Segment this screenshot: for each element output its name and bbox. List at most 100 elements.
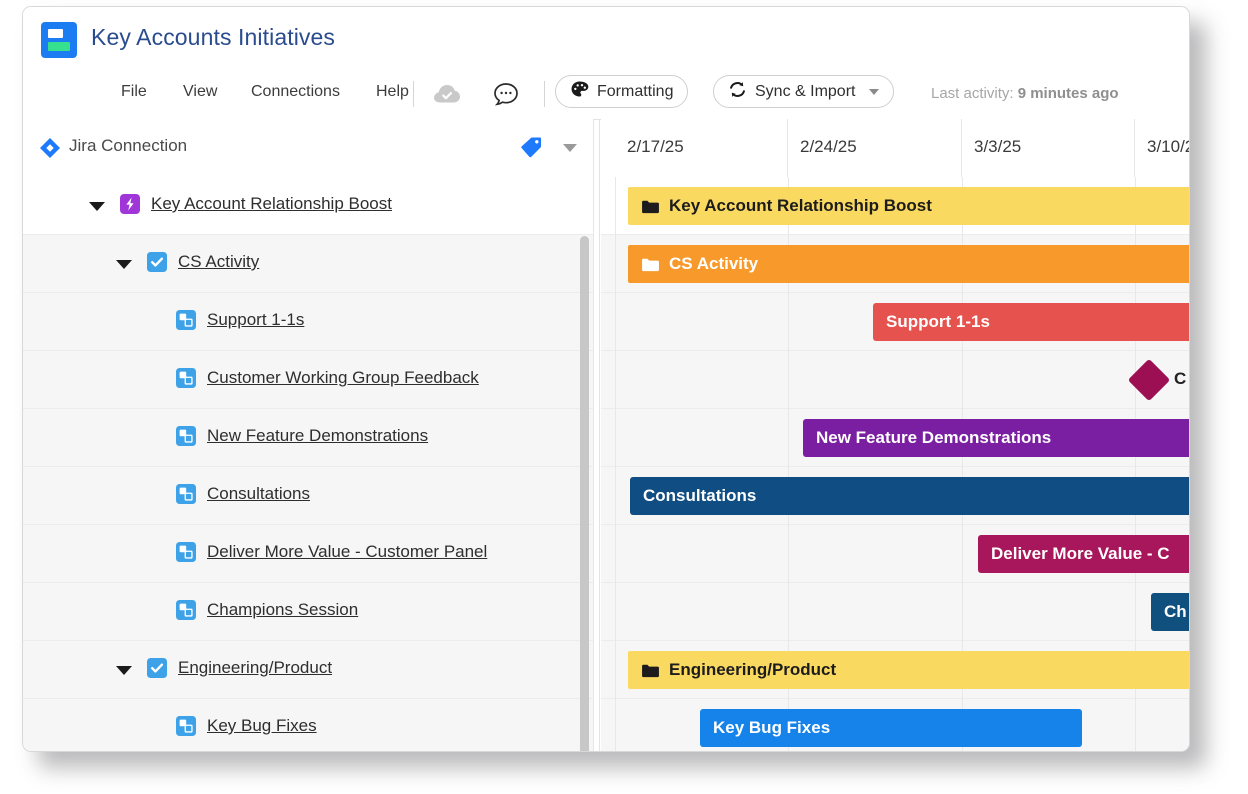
chevron-down-icon[interactable]: [89, 202, 105, 211]
sync-import-button-label: Sync & Import: [755, 82, 856, 100]
tree-row[interactable]: Support 1-1s: [23, 293, 594, 351]
timeline-date-label: 2/24/25: [800, 137, 857, 156]
jira-diamond-icon: [39, 137, 61, 159]
menu-item-file[interactable]: File: [121, 83, 147, 101]
timeline-column-header: 2/17/25: [615, 119, 788, 177]
gantt-bar-label: Support 1-1s: [886, 312, 990, 331]
pane-divider: [593, 119, 594, 751]
menu-item-connections[interactable]: Connections: [251, 83, 340, 101]
tree-item-label[interactable]: Key Account Relationship Boost: [151, 194, 392, 214]
menu-divider-2: [544, 81, 545, 107]
menu-item-view[interactable]: View: [183, 83, 217, 101]
palette-icon: [570, 80, 589, 104]
tree-item[interactable]: Support 1-1s: [175, 309, 304, 331]
connection-chevron-down-icon[interactable]: [563, 144, 577, 152]
cloud-check-icon[interactable]: [433, 83, 461, 105]
tree-row[interactable]: Engineering/Product: [23, 641, 594, 699]
sync-import-button[interactable]: Sync & Import: [713, 75, 895, 108]
screenshot-root: Key Accounts Initiatives File View Conne…: [0, 0, 1248, 794]
tree-row[interactable]: Deliver More Value - Customer Panel: [23, 525, 594, 583]
connection-header[interactable]: Jira Connection: [23, 119, 594, 178]
tree-item[interactable]: New Feature Demonstrations: [175, 425, 428, 447]
subtask-icon: [176, 310, 196, 330]
gantt-task-bar[interactable]: Support 1-1s: [873, 303, 1189, 341]
timeline-column-header: 3/10/2: [1135, 119, 1189, 177]
tree-item[interactable]: CS Activity: [146, 251, 259, 273]
tree-item[interactable]: Key Account Relationship Boost: [119, 193, 392, 215]
tree-row[interactable]: Champions Session: [23, 583, 594, 641]
gantt-bar-label: Engineering/Product: [669, 660, 837, 679]
vertical-scrollbar[interactable]: [580, 236, 589, 751]
tree-item[interactable]: Consultations: [175, 483, 310, 505]
last-activity-value: 9 minutes ago: [1017, 85, 1119, 102]
menu-bar: File View Connections Help Formatting Sy…: [23, 69, 1189, 120]
tree-item-label[interactable]: Support 1-1s: [207, 310, 304, 330]
tree-item[interactable]: Champions Session: [175, 599, 358, 621]
subtask-icon: [176, 716, 196, 736]
gantt-bar-label: Key Account Relationship Boost: [669, 196, 932, 215]
tree-item-label[interactable]: Consultations: [207, 484, 310, 504]
tree-row[interactable]: Consultations: [23, 467, 594, 525]
app-logo-icon: [41, 22, 77, 58]
timeline-date-label: 3/10/2: [1147, 137, 1189, 156]
gantt-task-bar[interactable]: Deliver More Value - C: [978, 535, 1189, 573]
tree-item-label[interactable]: Engineering/Product: [178, 658, 332, 678]
tree-item-label[interactable]: CS Activity: [178, 252, 259, 272]
gantt-bar-label: Ch: [1164, 602, 1187, 621]
tree-item[interactable]: Engineering/Product: [146, 657, 332, 679]
timeline-date-label: 2/17/25: [627, 137, 684, 156]
tree-row[interactable]: Key Bug Fixes: [23, 699, 594, 751]
tree-item-label[interactable]: Customer Working Group Feedback: [207, 368, 479, 388]
task-tree-pane: Jira Connection Key Account Relationship…: [23, 119, 594, 751]
tree-row[interactable]: New Feature Demonstrations: [23, 409, 594, 467]
task-check-icon: [147, 252, 167, 272]
gantt-task-bar[interactable]: New Feature Demonstrations: [803, 419, 1189, 457]
tree-row[interactable]: Key Account Relationship Boost: [23, 177, 594, 235]
formatting-button[interactable]: Formatting: [555, 75, 689, 108]
gantt-summary-bar[interactable]: Key Account Relationship Boost: [628, 187, 1189, 225]
gantt-task-bar[interactable]: Ch: [1151, 593, 1189, 631]
connection-name: Jira Connection: [69, 136, 188, 155]
gantt-pane: 2/17/25 2/24/25 3/3/25 3/10/2 Key Account R…: [601, 119, 1189, 751]
last-activity: Last activity: 9 minutes ago: [931, 85, 1119, 102]
folder-icon: [642, 200, 659, 213]
timeline-header: 2/17/25 2/24/25 3/3/25 3/10/2: [601, 119, 1189, 178]
gantt-summary-bar[interactable]: Engineering/Product: [628, 651, 1189, 689]
gantt-task-bar[interactable]: Key Bug Fixes: [700, 709, 1082, 747]
tree-item-label[interactable]: Deliver More Value - Customer Panel: [207, 542, 487, 562]
subtask-icon: [176, 484, 196, 504]
chevron-down-icon[interactable]: [116, 260, 132, 269]
subtask-icon: [176, 542, 196, 562]
epic-lightning-icon: [120, 194, 140, 214]
tag-icon[interactable]: [520, 136, 542, 158]
tree-row[interactable]: Customer Working Group Feedback: [23, 351, 594, 409]
menu-item-help[interactable]: Help: [376, 83, 409, 101]
gantt-bar-label: Deliver More Value - C: [991, 544, 1170, 563]
gantt-row: [601, 583, 1189, 641]
comment-icon[interactable]: [493, 82, 519, 106]
tree-item-label[interactable]: Key Bug Fixes: [207, 716, 317, 736]
chevron-down-icon[interactable]: [869, 88, 880, 95]
gantt-milestone-label: C: [1174, 369, 1187, 388]
chevron-down-icon[interactable]: [116, 666, 132, 675]
tree-item[interactable]: Customer Working Group Feedback: [175, 367, 479, 389]
refresh-icon: [728, 80, 747, 104]
gantt-bar-label: New Feature Demonstrations: [816, 428, 1052, 447]
gantt-summary-bar[interactable]: CS Activity: [628, 245, 1189, 283]
tree-row[interactable]: CS Activity: [23, 235, 594, 293]
app-window: Key Accounts Initiatives File View Conne…: [22, 6, 1190, 752]
tree-item-label[interactable]: Champions Session: [207, 600, 358, 620]
gantt-row: [601, 351, 1189, 409]
gantt-gridline: [615, 177, 616, 751]
tree-item[interactable]: Key Bug Fixes: [175, 715, 317, 737]
gantt-bar-label: CS Activity: [669, 254, 759, 273]
gantt-bar-label: Consultations: [643, 486, 757, 505]
gantt-chart-body: Key Account Relationship Boost CS Activit…: [601, 177, 1189, 751]
formatting-button-label: Formatting: [597, 82, 674, 100]
tree-item[interactable]: Deliver More Value - Customer Panel: [175, 541, 487, 563]
gantt-task-bar[interactable]: Consultations: [630, 477, 1189, 515]
timeline-date-label: 3/3/25: [974, 137, 1022, 156]
tree-item-label[interactable]: New Feature Demonstrations: [207, 426, 428, 446]
page-title: Key Accounts Initiatives: [91, 24, 336, 50]
title-bar: Key Accounts Initiatives: [23, 7, 1189, 69]
